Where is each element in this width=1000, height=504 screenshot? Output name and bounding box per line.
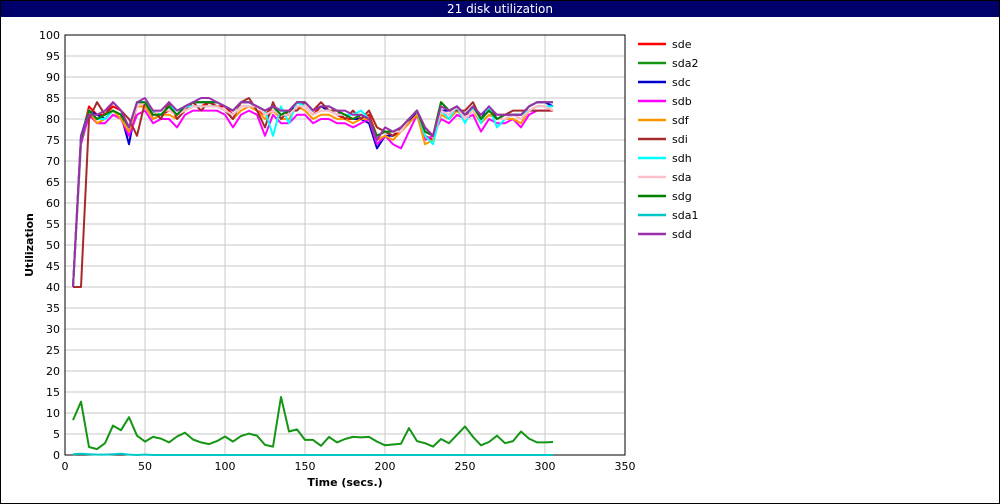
- x-tick-label: 50: [138, 460, 152, 473]
- legend-label: sda: [672, 171, 691, 184]
- y-tick-label: 5: [53, 428, 60, 441]
- y-tick-label: 60: [46, 197, 60, 210]
- legend-item-sdf: sdf: [638, 114, 690, 127]
- y-tick-label: 25: [46, 344, 60, 357]
- y-tick-label: 15: [46, 386, 60, 399]
- y-tick-label: 70: [46, 155, 60, 168]
- legend-item-sde: sde: [638, 38, 692, 51]
- x-tick-label: 0: [62, 460, 69, 473]
- y-tick-label: 80: [46, 113, 60, 126]
- x-tick-label: 300: [535, 460, 556, 473]
- y-tick-label: 40: [46, 281, 60, 294]
- y-tick-label: 90: [46, 71, 60, 84]
- legend-label: sdf: [672, 114, 690, 127]
- y-tick-labels: 0 5 10 15 20 25 30 35 40 45 50 55 60 65 70 75 80 85 90 95 10…: [39, 29, 60, 462]
- legend-label: sdh: [672, 152, 692, 165]
- x-tick-label: 250: [455, 460, 476, 473]
- x-tick-labels: 0 50 100 150 200 250 300 350: [62, 460, 636, 473]
- x-tick-label: 350: [615, 460, 636, 473]
- legend-label: sda1: [672, 209, 698, 222]
- legend-item-sdg: sdg: [638, 190, 692, 203]
- legend-label: sde: [672, 38, 692, 51]
- legend-item-sdb: sdb: [638, 95, 692, 108]
- y-tick-label: 45: [46, 260, 60, 273]
- y-tick-label: 95: [46, 50, 60, 63]
- legend-item-sdd: sdd: [638, 228, 692, 241]
- legend-label: sdi: [672, 133, 688, 146]
- y-tick-label: 35: [46, 302, 60, 315]
- y-tick-label: 20: [46, 365, 60, 378]
- y-tick-label: 10: [46, 407, 60, 420]
- y-tick-label: 75: [46, 134, 60, 147]
- legend-item-sdc: sdc: [638, 76, 691, 89]
- legend-item-sda1: sda1: [638, 209, 698, 222]
- grid: [64, 34, 626, 456]
- legend-label: sdg: [672, 190, 692, 203]
- y-tick-label: 100: [39, 29, 60, 42]
- y-tick-label: 50: [46, 239, 60, 252]
- legend-item-sda: sda: [638, 171, 691, 184]
- y-tick-label: 85: [46, 92, 60, 105]
- x-tick-label: 200: [375, 460, 396, 473]
- y-tick-label: 65: [46, 176, 60, 189]
- chart-svg: 0 5 10 15 20 25 30 35 40 45 50 55 60 65 70 75 80 85 90 95 10…: [23, 29, 698, 489]
- legend-label: sdc: [672, 76, 691, 89]
- legend-item-sdh: sdh: [638, 152, 692, 165]
- y-tick-label: 55: [46, 218, 60, 231]
- legend-label: sda2: [672, 57, 698, 70]
- y-tick-label: 0: [53, 449, 60, 462]
- legend-label: sdb: [672, 95, 692, 108]
- y-axis-label: Utilization: [23, 213, 36, 277]
- legend-item-sda2: sda2: [638, 57, 698, 70]
- y-tick-label: 30: [46, 323, 60, 336]
- legend-label: sdd: [672, 228, 692, 241]
- legend: sde sda2 sdc sdb sdf sdi sdh sda sdg sda1 sdd: [638, 38, 698, 241]
- series-line-sda1: [72, 452, 553, 456]
- x-tick-label: 150: [295, 460, 316, 473]
- legend-item-sdi: sdi: [638, 133, 688, 146]
- x-axis-label: Time (secs.): [307, 476, 382, 489]
- x-tick-label: 100: [215, 460, 236, 473]
